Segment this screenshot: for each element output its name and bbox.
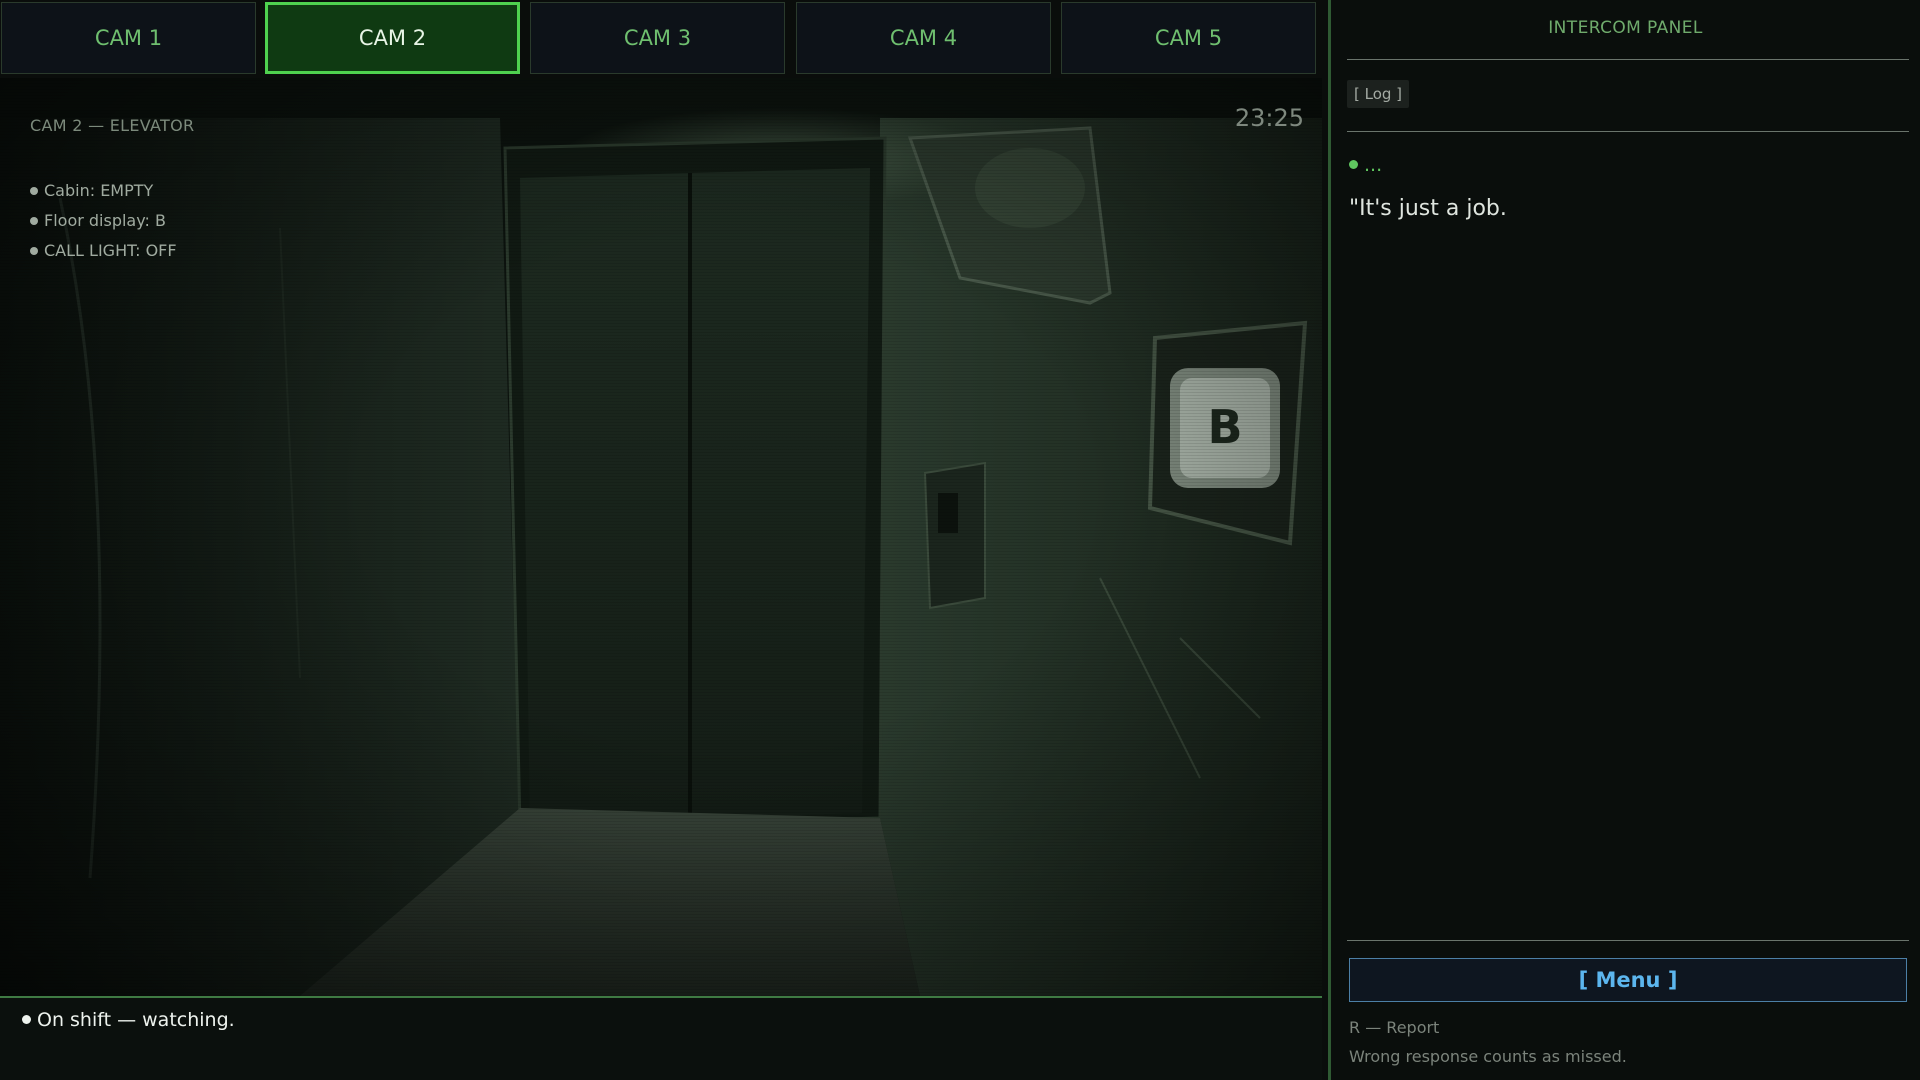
speaker-name: ... [1349, 154, 1382, 176]
shift-status: On shift — watching. [22, 1009, 235, 1031]
intercom-panel: INTERCOM PANEL [ Log ] ... "It's just a … [1328, 0, 1920, 1080]
cam-tab-1[interactable]: CAM 1 [1, 2, 256, 74]
divider [1347, 59, 1909, 60]
camera-tab-bar: CAM 1 CAM 2 CAM 3 CAM 4 CAM 5 [0, 0, 1322, 78]
report-hint: R — Report [1349, 1018, 1440, 1037]
bullet-icon [30, 247, 38, 255]
feed-status-item: Cabin: EMPTY [30, 176, 177, 206]
log-button[interactable]: [ Log ] [1347, 80, 1410, 108]
cam-tab-5[interactable]: CAM 5 [1061, 2, 1316, 74]
cam-tab-3[interactable]: CAM 3 [530, 2, 785, 74]
elevator-scene: B [0, 78, 1322, 996]
feed-status-item: CALL LIGHT: OFF [30, 236, 177, 266]
rule-hint: Wrong response counts as missed. [1349, 1047, 1627, 1066]
feed-status-list: Cabin: EMPTY Floor display: B CALL LIGHT… [30, 176, 177, 266]
game-screen: CAM 1 CAM 2 CAM 3 CAM 4 CAM 5 B CAM 2 — … [0, 0, 1920, 1080]
feed-location-label: CAM 2 — ELEVATOR [30, 116, 195, 135]
feed-timestamp: 23:25 [1234, 104, 1304, 132]
intercom-title: INTERCOM PANEL [1548, 18, 1703, 38]
floor-indicator-letter: B [1207, 400, 1242, 454]
camera-feed: B CAM 2 — ELEVATOR 23:25 Cabin: EMPTY Fl… [0, 78, 1322, 996]
bullet-icon [22, 1015, 31, 1024]
divider [1347, 940, 1909, 941]
cam-tab-4[interactable]: CAM 4 [796, 2, 1051, 74]
dialogue-text: "It's just a job. [1349, 196, 1507, 221]
bottom-status-bar: On shift — watching. [0, 996, 1322, 1080]
cam-tab-2[interactable]: CAM 2 [265, 2, 520, 74]
divider [1347, 131, 1909, 132]
bullet-icon [30, 217, 38, 225]
speaker-indicator-icon [1349, 160, 1358, 169]
menu-button[interactable]: [ Menu ] [1349, 958, 1907, 1002]
bullet-icon [30, 187, 38, 195]
feed-status-item: Floor display: B [30, 206, 177, 236]
